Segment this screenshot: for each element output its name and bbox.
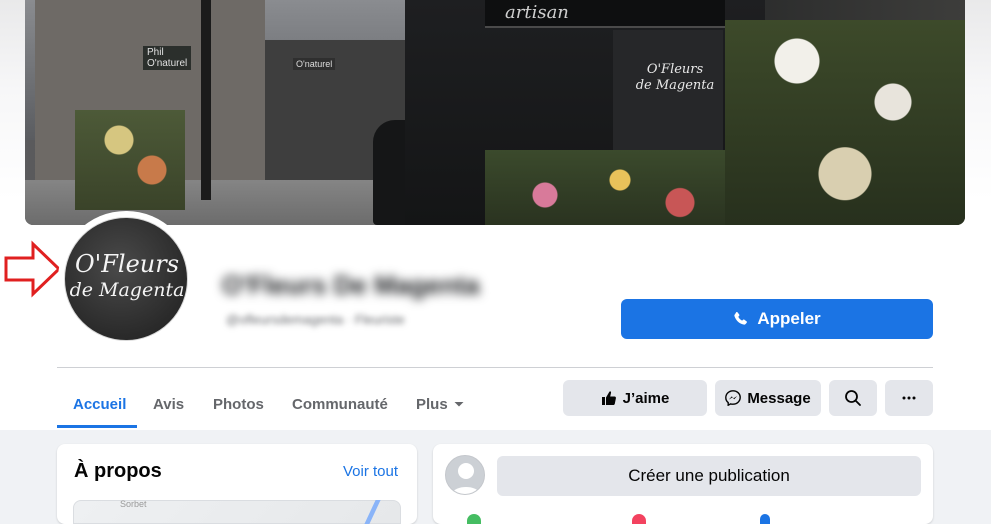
- annotation-arrow-icon: [4, 240, 62, 298]
- tab-accueil[interactable]: Accueil: [73, 380, 126, 428]
- caret-down-icon: [454, 402, 464, 407]
- messenger-icon: [725, 390, 742, 406]
- about-title: À propos: [74, 460, 162, 482]
- search-button[interactable]: [829, 380, 877, 416]
- avatar[interactable]: [445, 455, 485, 495]
- tab-communaute[interactable]: Communauté: [292, 380, 388, 428]
- cover-store-sign-line2: O'naturel: [147, 58, 188, 69]
- cover-photo[interactable]: artisan O'Fleurs de Magenta Phil O'natur…: [25, 0, 965, 225]
- tab-label: Communauté: [292, 395, 388, 413]
- tab-label: Plus: [416, 395, 448, 413]
- search-icon: [845, 390, 861, 406]
- default-avatar-icon: [451, 463, 481, 494]
- cover-store-sign-line1: Phil: [147, 47, 164, 58]
- tab-plus[interactable]: Plus: [416, 380, 465, 428]
- message-button-label: Message: [747, 389, 811, 407]
- tab-avis[interactable]: Avis: [153, 380, 184, 428]
- cover-lamp-post: [201, 0, 211, 200]
- logo-line-1: O'Fleurs: [74, 250, 180, 278]
- more-options-button[interactable]: [885, 380, 933, 416]
- tab-label: Accueil: [73, 395, 127, 413]
- see-all-link[interactable]: Voir tout: [343, 463, 398, 480]
- message-button[interactable]: Message: [715, 380, 821, 416]
- tab-label: Photos: [213, 395, 264, 413]
- more-horizontal-icon: [902, 396, 916, 400]
- cover-shop-sign: artisan: [505, 2, 569, 23]
- active-tab-indicator: [57, 425, 137, 428]
- cover-store-sign-2: O'naturel: [293, 58, 336, 70]
- page-title: O'Fleurs De Magenta: [222, 270, 480, 300]
- thumbs-up-icon: [601, 391, 616, 405]
- phone-icon: [734, 311, 748, 325]
- cover-flower-cart: [75, 110, 185, 210]
- cover-store-sign: Phil O'naturel: [143, 46, 192, 70]
- like-button-label: J’aime: [622, 389, 670, 407]
- like-page-button[interactable]: J’aime: [563, 380, 707, 416]
- profile-picture[interactable]: O'Fleurs de Magenta: [64, 217, 188, 341]
- create-post-button[interactable]: Créer une publication: [497, 456, 921, 496]
- live-video-icon[interactable]: [467, 514, 481, 524]
- cover-panel-line1: O'Fleurs: [646, 62, 704, 77]
- logo-line-2: de Magenta: [69, 279, 185, 301]
- header-divider: [57, 367, 933, 368]
- call-button[interactable]: Appeler: [621, 299, 933, 339]
- page-subtitle: @ofleursdemagenta · Fleuriste: [226, 312, 405, 327]
- map-street-label: Sorbet: [120, 499, 147, 509]
- photo-video-icon[interactable]: [632, 514, 646, 524]
- create-post-label: Créer une publication: [628, 466, 790, 485]
- tab-photos[interactable]: Photos: [213, 380, 264, 428]
- cover-panel-lettering: O'Fleurs de Magenta: [635, 62, 715, 94]
- cover-flower-display-right: [725, 20, 965, 225]
- tag-people-icon[interactable]: [760, 514, 770, 524]
- tab-label: Avis: [153, 395, 185, 413]
- cover-panel-line2: de Magenta: [635, 78, 715, 93]
- call-button-label: Appeler: [757, 309, 821, 328]
